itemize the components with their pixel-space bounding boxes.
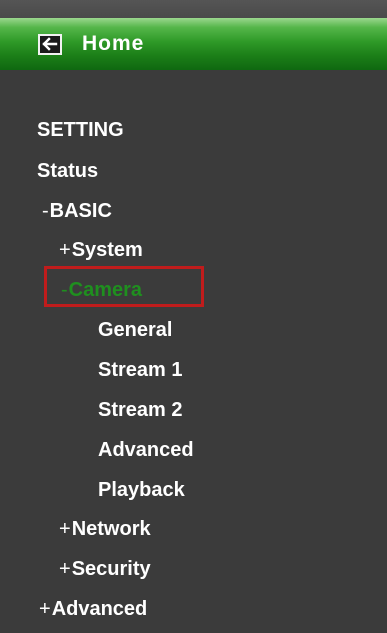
menu-basic[interactable]: -BASIC bbox=[42, 199, 112, 223]
menu-camera-playback[interactable]: Playback bbox=[98, 478, 185, 502]
menu-camera-advanced[interactable]: Advanced bbox=[98, 438, 194, 462]
expand-marker: + bbox=[39, 598, 51, 620]
menu-network-label: Network bbox=[71, 518, 151, 540]
expand-marker: + bbox=[59, 518, 71, 540]
selected-item-highlight bbox=[44, 266, 204, 307]
settings-navigation-panel: Home SETTING Status -BASIC +System -Came… bbox=[0, 0, 387, 633]
back-arrow-icon[interactable] bbox=[38, 33, 62, 55]
menu-system[interactable]: +System bbox=[59, 238, 143, 262]
menu-advanced-label: Advanced bbox=[51, 598, 148, 620]
top-strip bbox=[0, 0, 387, 18]
menu-system-label: System bbox=[71, 239, 143, 261]
home-label[interactable]: Home bbox=[82, 32, 144, 56]
expand-marker: + bbox=[59, 239, 71, 261]
menu-status[interactable]: Status bbox=[37, 159, 98, 183]
menu-basic-label: BASIC bbox=[49, 200, 112, 222]
menu-security-label: Security bbox=[71, 558, 151, 580]
menu-camera-general[interactable]: General bbox=[98, 318, 172, 342]
menu-network[interactable]: +Network bbox=[59, 517, 151, 541]
menu-advanced[interactable]: +Advanced bbox=[39, 597, 147, 621]
expand-marker: + bbox=[59, 558, 71, 580]
collapse-marker: - bbox=[42, 200, 49, 222]
menu-camera-stream-1[interactable]: Stream 1 bbox=[98, 358, 183, 382]
menu-camera-stream-2[interactable]: Stream 2 bbox=[98, 398, 183, 422]
menu-setting[interactable]: SETTING bbox=[37, 118, 124, 142]
menu-security[interactable]: +Security bbox=[59, 557, 151, 581]
home-nav-bar[interactable]: Home bbox=[0, 18, 387, 70]
